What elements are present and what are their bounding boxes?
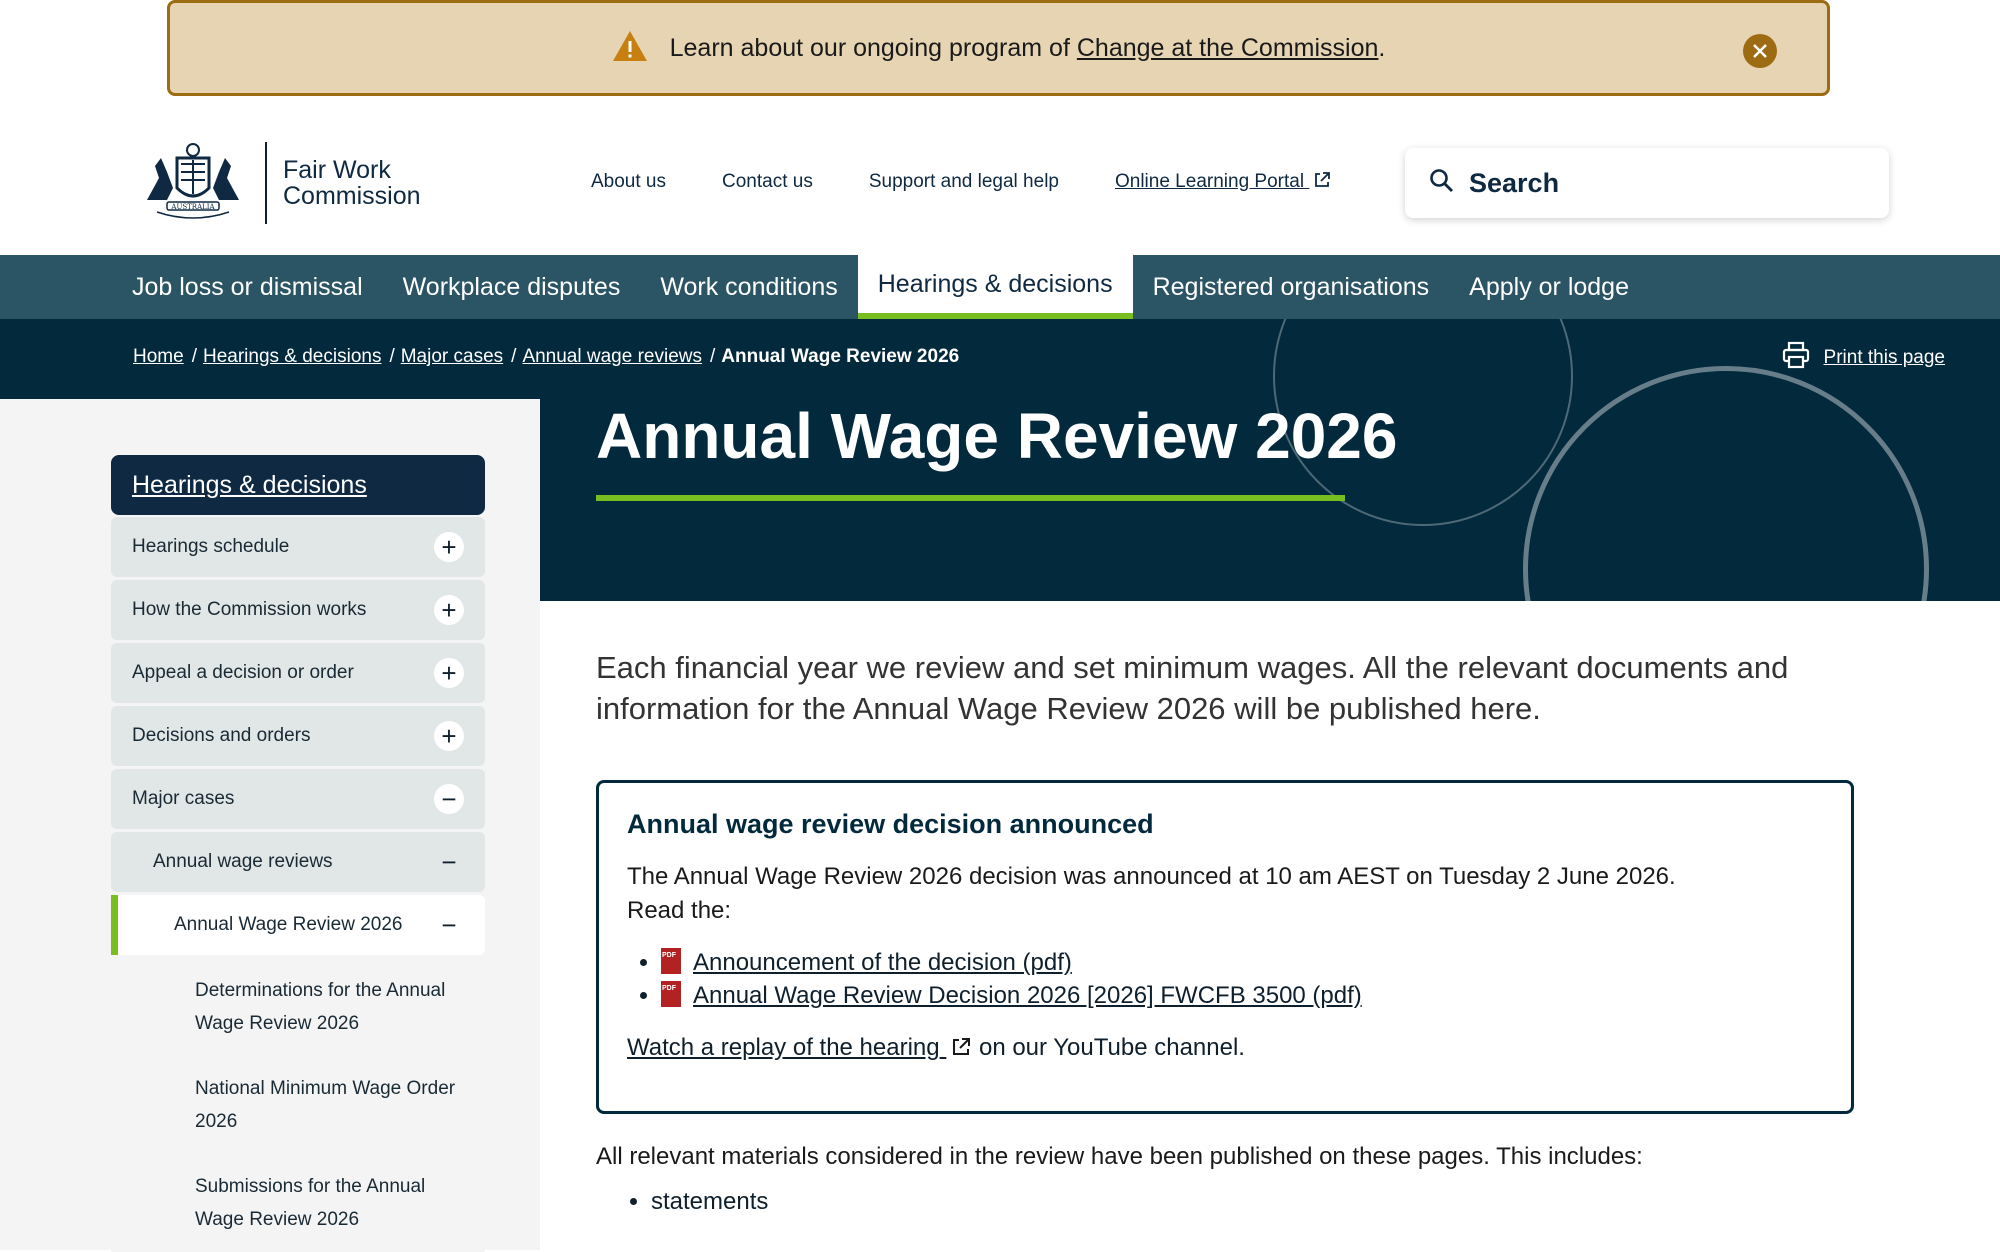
coat-of-arms-icon: AUSTRALIA [137,138,249,228]
announcement-pdf-link[interactable]: Announcement of the decision (pdf) [693,949,1072,976]
utility-link-learning-portal[interactable]: Online Learning Portal [1115,171,1331,193]
close-icon[interactable] [1743,34,1777,68]
sidebar-item-annual-wage-reviews[interactable]: Annual wage reviews − [111,832,485,892]
sidebar-child-submissions[interactable]: Submissions for the Annual Wage Review 2… [111,1154,485,1252]
list-item: statements [651,1188,768,1216]
printer-icon [1782,341,1810,375]
logo-divider [265,142,267,224]
search-label: Search [1469,167,1560,198]
pdf-icon [661,939,681,974]
breadcrumb: Home / Hearings & decisions / Major case… [133,346,960,368]
external-link-icon [946,1034,972,1061]
nav-work-conditions[interactable]: Work conditions [640,255,857,319]
breadcrumb-annual-wage-reviews[interactable]: Annual wage reviews [522,346,702,368]
decision-pdf-link[interactable]: Annual Wage Review Decision 2026 [2026] … [693,982,1362,1009]
sidebar-item-how-commission-works[interactable]: How the Commission works + [111,580,485,640]
list-item: Announcement of the decision (pdf) [661,939,1823,979]
notice-heading: Annual wage review decision announced [627,809,1154,839]
alert-banner: Learn about our ongoing program of Chang… [167,0,1830,96]
sidebar-item-decisions-orders[interactable]: Decisions and orders + [111,706,485,766]
list-item: Annual Wage Review Decision 2026 [2026] … [661,972,1823,1012]
nav-registered-organisations[interactable]: Registered organisations [1133,255,1450,319]
sidebar-item-hearings-schedule[interactable]: Hearings schedule + [111,517,485,577]
breadcrumb-current: Annual Wage Review 2026 [721,346,960,367]
plus-icon[interactable]: + [434,532,464,562]
materials-list: statements [596,1188,768,1216]
nav-apply-lodge[interactable]: Apply or lodge [1449,255,1649,319]
minus-icon[interactable]: − [434,784,464,814]
search-input[interactable]: Search [1405,148,1889,218]
nav-hearings-decisions[interactable]: Hearings & decisions [857,255,1133,319]
plus-icon[interactable]: + [434,658,464,688]
minus-icon[interactable]: − [434,910,464,940]
svg-text:AUSTRALIA: AUSTRALIA [170,203,215,211]
breadcrumb-hearings[interactable]: Hearings & decisions [203,346,381,368]
external-link-icon [1309,171,1331,192]
watch-replay: Watch a replay of the hearing on our You… [627,1034,1245,1061]
sidebar-item-annual-wage-review-2026[interactable]: Annual Wage Review 2026 − [111,895,485,955]
page-title: Annual Wage Review 2026 [596,400,1398,472]
sidebar-child-determinations[interactable]: Determinations for the Annual Wage Revie… [111,958,485,1056]
alert-link[interactable]: Change at the Commission [1077,34,1379,62]
intro-text: Each financial year we review and set mi… [596,650,1789,726]
sidebar-item-major-cases[interactable]: Major cases − [111,769,485,829]
notice-read-the: Read the: [627,897,732,924]
watch-replay-link[interactable]: Watch a replay of the hearing [627,1034,972,1061]
sidebar-nav: Hearings & decisions Hearings schedule +… [111,455,485,1252]
pdf-icon [661,972,681,1007]
alert-text: Learn about our ongoing program of Chang… [669,33,1386,62]
utility-link-support[interactable]: Support and legal help [869,171,1059,193]
decorative-circle [1523,366,1929,601]
breadcrumb-major-cases[interactable]: Major cases [401,346,503,368]
minus-icon[interactable]: − [434,847,464,877]
utility-nav: About us Contact us Support and legal he… [591,171,1331,193]
logo-text: Fair Work Commission [283,156,421,210]
title-underline [596,495,1345,501]
nav-workplace-disputes[interactable]: Workplace disputes [383,255,641,319]
notice-link-list: Announcement of the decision (pdf) Annua… [627,939,1823,1012]
materials-text: All relevant materials considered in the… [596,1143,1643,1170]
notice-body: The Annual Wage Review 2026 decision was… [627,863,1676,890]
sidebar-item-appeal[interactable]: Appeal a decision or order + [111,643,485,703]
warning-icon [612,30,648,67]
decision-notice: Annual wage review decision announced Th… [596,780,1854,1114]
utility-link-contact[interactable]: Contact us [722,171,813,193]
main-nav: Job loss or dismissal Workplace disputes… [0,255,2000,319]
sidebar-heading[interactable]: Hearings & decisions [111,455,485,515]
plus-icon[interactable]: + [434,721,464,751]
utility-link-about[interactable]: About us [591,171,666,193]
nav-job-loss[interactable]: Job loss or dismissal [112,255,383,319]
print-button[interactable]: Print this page [1782,341,1945,375]
site-logo[interactable]: AUSTRALIA Fair Work Commission [137,138,421,228]
breadcrumb-home[interactable]: Home [133,346,184,368]
plus-icon[interactable]: + [434,595,464,625]
search-icon [1429,168,1455,199]
sidebar-child-national-minimum-wage-order[interactable]: National Minimum Wage Order 2026 [111,1056,485,1154]
